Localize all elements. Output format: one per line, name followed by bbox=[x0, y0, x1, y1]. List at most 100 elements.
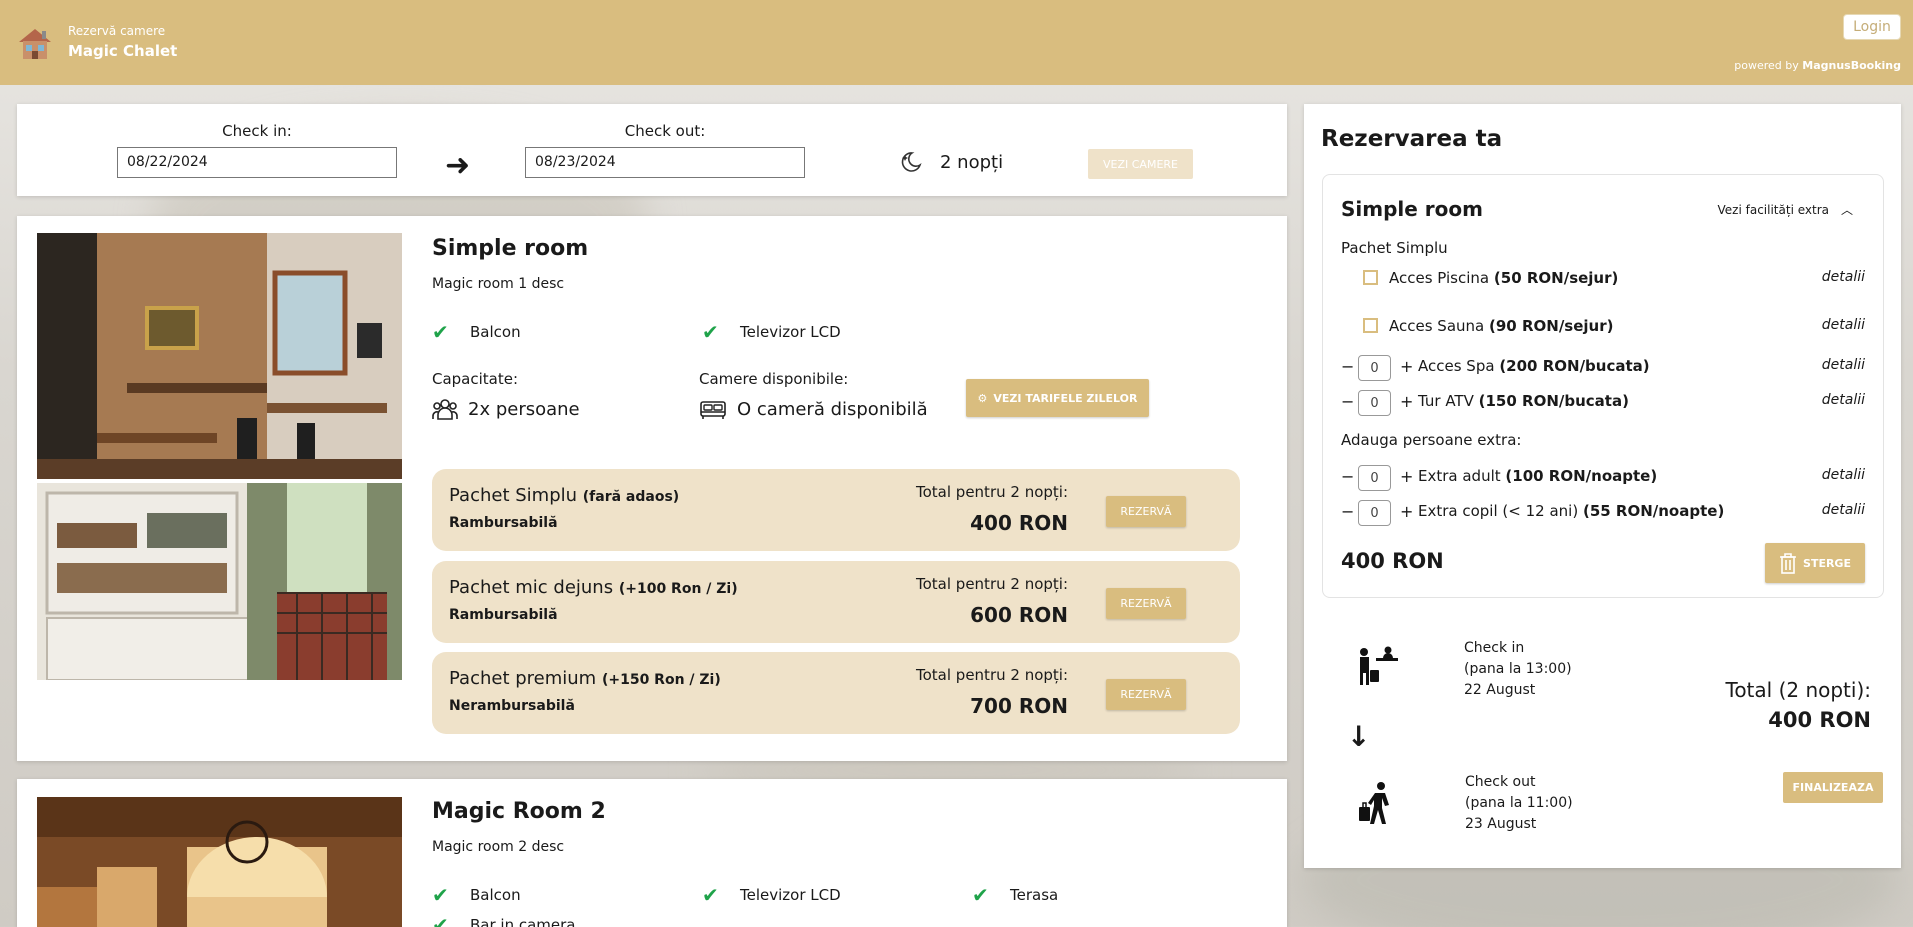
quantity-input[interactable]: 0 bbox=[1358, 500, 1391, 526]
details-link[interactable]: detalii bbox=[1822, 502, 1865, 518]
amenity: ✔ Terasa bbox=[972, 883, 1058, 907]
package-total-label: Total pentru 2 nopți: bbox=[916, 575, 1068, 593]
option-checkbox[interactable] bbox=[1363, 270, 1378, 285]
see-rooms-button[interactable]: VEZI CAMERE bbox=[1088, 149, 1193, 179]
option-name: Acces Sauna bbox=[1389, 317, 1485, 335]
subtotal-price: 400 RON bbox=[1341, 549, 1444, 573]
reservation-title: Rezervarea ta bbox=[1321, 126, 1503, 152]
package-extra: (+150 Ron / Zi) bbox=[601, 672, 721, 688]
package-policy: Rambursabilă bbox=[449, 607, 558, 623]
checkout-input[interactable]: 08/23/2024 bbox=[525, 147, 805, 178]
increment-button[interactable]: + bbox=[1400, 467, 1413, 486]
room-card: Magic Room 2 Magic room 2 desc ✔ Balcon ✔… bbox=[17, 779, 1287, 927]
amenity-label: Balcon bbox=[470, 323, 521, 341]
total-price: 400 RON bbox=[1768, 708, 1871, 732]
room-description: Magic room 1 desc bbox=[432, 276, 565, 292]
login-button[interactable]: Login bbox=[1843, 14, 1901, 40]
room-description: Magic room 2 desc bbox=[432, 839, 565, 855]
powered-prefix: powered by bbox=[1734, 59, 1803, 72]
option-label: Acces Piscina (50 RON/sejur) bbox=[1389, 269, 1618, 287]
decrement-button[interactable]: − bbox=[1341, 357, 1354, 376]
room-photo-1[interactable] bbox=[37, 233, 402, 479]
reservation-room-box: Simple room Vezi facilități extra ︿ Pach… bbox=[1322, 174, 1884, 598]
package-name: Pachet mic dejuns (+100 Ron / Zi) bbox=[449, 577, 738, 598]
decrement-button[interactable]: − bbox=[1341, 467, 1354, 486]
amenity-label: Bar in camera bbox=[470, 916, 576, 927]
quantity-input[interactable]: 0 bbox=[1358, 390, 1391, 416]
amenity: ✔ Bar in camera bbox=[432, 913, 576, 927]
option-label: Acces Sauna (90 RON/sejur) bbox=[1389, 317, 1613, 335]
room-photo-1[interactable] bbox=[37, 797, 402, 927]
option-price: (90 RON/sejur) bbox=[1489, 317, 1614, 335]
details-link[interactable]: detalii bbox=[1822, 317, 1865, 333]
counter-label: Tur ATV (150 RON/bucata) bbox=[1418, 392, 1629, 410]
chalet-logo-icon bbox=[19, 29, 51, 59]
finalize-button[interactable]: FINALIZEAZA bbox=[1783, 772, 1883, 803]
checkout-date: 23 August bbox=[1465, 816, 1537, 832]
available-value: O cameră disponibilă bbox=[699, 398, 928, 420]
see-daily-rates-button[interactable]: ⚙ VEZI TARIFELE ZILELOR bbox=[966, 379, 1149, 417]
option-row: Acces Sauna (90 RON/sejur) detalii bbox=[1341, 315, 1865, 339]
reserve-button[interactable]: REZERVĂ bbox=[1106, 496, 1186, 527]
capacity-label: Capacitate: bbox=[432, 370, 519, 388]
details-link[interactable]: detalii bbox=[1822, 392, 1865, 408]
option-price: (50 RON/sejur) bbox=[1493, 269, 1619, 287]
details-link[interactable]: detalii bbox=[1822, 269, 1865, 285]
extras-toggle[interactable]: Vezi facilități extra ︿ bbox=[1718, 201, 1853, 218]
capacity-value: 2x persoane bbox=[432, 398, 580, 420]
delete-button-label: STERGE bbox=[1803, 556, 1851, 570]
checkout-time: (pana la 11:00) bbox=[1465, 795, 1573, 811]
room-photo-2[interactable] bbox=[37, 483, 402, 680]
trash-icon bbox=[1780, 553, 1797, 574]
reserve-button[interactable]: REZERVĂ bbox=[1106, 588, 1186, 619]
rates-icon: ⚙ bbox=[977, 391, 988, 405]
details-link[interactable]: detalii bbox=[1822, 467, 1865, 483]
counter-price: (200 RON/bucata) bbox=[1499, 357, 1650, 375]
package-row: Pachet mic dejuns (+100 Ron / Zi) Rambur… bbox=[432, 561, 1240, 643]
available-text: O cameră disponibilă bbox=[737, 398, 928, 420]
brand-subtitle: Rezervă camere bbox=[68, 24, 166, 38]
delete-button[interactable]: STERGE bbox=[1765, 543, 1865, 583]
powered-brand[interactable]: MagnusBooking bbox=[1802, 59, 1901, 72]
checkout-title: Check out bbox=[1465, 774, 1536, 790]
package-policy: Nerambursabilă bbox=[449, 698, 575, 714]
package-total-label: Total pentru 2 nopți: bbox=[916, 666, 1068, 684]
date-search-bar: Check in: 08/22/2024 ➜ Check out: 08/23/… bbox=[17, 104, 1287, 196]
check-icon: ✔ bbox=[432, 913, 449, 927]
room-card: Simple room Magic room 1 desc ✔ Balcon ✔ T… bbox=[17, 216, 1287, 761]
increment-button[interactable]: + bbox=[1400, 502, 1413, 521]
see-daily-rates-label: VEZI TARIFELE ZILELOR bbox=[993, 391, 1138, 405]
package-row: Pachet premium (+150 Ron / Zi) Neramburs… bbox=[432, 652, 1240, 734]
total-label: Total (2 nopti): bbox=[1725, 678, 1872, 702]
quantity-input[interactable]: 0 bbox=[1358, 355, 1391, 381]
moon-stars-icon bbox=[901, 152, 922, 172]
package-name: Pachet Simplu (fară adaos) bbox=[449, 485, 679, 506]
checkin-time: (pana la 13:00) bbox=[1464, 661, 1572, 677]
decrement-button[interactable]: − bbox=[1341, 392, 1354, 411]
extras-toggle-label: Vezi facilități extra bbox=[1717, 202, 1829, 217]
brand-title: Magic Chalet bbox=[68, 42, 178, 60]
package-extra: (fară adaos) bbox=[582, 489, 680, 505]
increment-button[interactable]: + bbox=[1400, 357, 1413, 376]
details-link[interactable]: detalii bbox=[1822, 357, 1865, 373]
arrow-down-icon: ↓ bbox=[1347, 720, 1371, 753]
increment-button[interactable]: + bbox=[1400, 392, 1413, 411]
extra-persons-label: Adauga persoane extra: bbox=[1341, 431, 1522, 449]
extra-person-price: (100 RON/noapte) bbox=[1505, 467, 1658, 485]
package-name-text: Pachet Simplu bbox=[449, 485, 578, 506]
checkin-date: 22 August bbox=[1464, 682, 1536, 698]
chevron-up-icon: ︿ bbox=[1840, 203, 1853, 217]
amenity: ✔ Televizor LCD bbox=[702, 320, 841, 344]
decrement-button[interactable]: − bbox=[1341, 502, 1354, 521]
available-label: Camere disponibile: bbox=[699, 370, 849, 388]
checkin-input[interactable]: 08/22/2024 bbox=[117, 147, 397, 178]
option-checkbox[interactable] bbox=[1363, 318, 1378, 333]
reserve-button[interactable]: REZERVĂ bbox=[1106, 679, 1186, 710]
quantity-input[interactable]: 0 bbox=[1358, 465, 1391, 491]
package-price: 400 RON bbox=[970, 511, 1068, 535]
option-name: Acces Piscina bbox=[1389, 269, 1490, 287]
powered-by: powered by MagnusBooking bbox=[1734, 59, 1901, 72]
reservation-panel: Rezervarea ta Simple room Vezi facilităț… bbox=[1304, 104, 1901, 868]
counter-row: − 0 + Acces Spa (200 RON/bucata) detalii bbox=[1341, 355, 1865, 381]
check-icon: ✔ bbox=[432, 883, 449, 907]
